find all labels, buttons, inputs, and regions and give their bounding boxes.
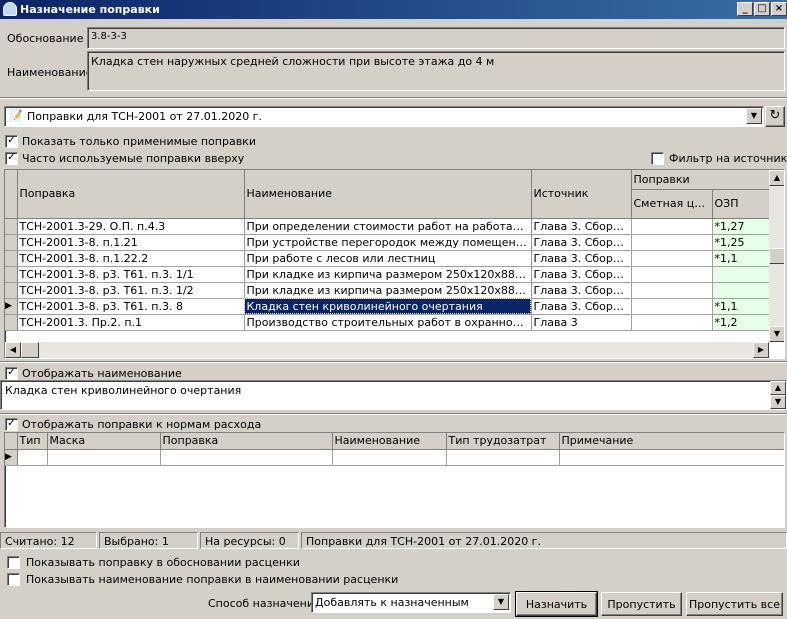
minimize-button[interactable]: _ xyxy=(737,2,753,16)
show-norms-label: Отображать поправки к нормам расхода xyxy=(22,418,262,431)
basis-label: Обоснование xyxy=(7,32,84,45)
chevron-down-icon[interactable]: ▼ xyxy=(746,108,762,124)
col-correction[interactable]: Поправка xyxy=(17,170,245,219)
frequent-top-checkbox[interactable]: ✓ xyxy=(5,152,18,165)
only-applicable-checkbox[interactable]: ✓ xyxy=(5,135,18,148)
name-field: Кладка стен наружных средней сложности п… xyxy=(87,51,785,91)
scroll-thumb[interactable] xyxy=(769,248,784,264)
table-row[interactable]: ТСН-2001.3-8. р3. Т61. п.3. 1/2 При клад… xyxy=(5,282,770,299)
status-on-resources: На ресурсы: 0 xyxy=(200,532,299,549)
method-combo[interactable]: Добавлять к назначенным ▼ xyxy=(311,592,511,613)
scroll-left-icon[interactable]: ◀ xyxy=(5,342,21,358)
show-in-name-label: Показывать наименование поправки в наиме… xyxy=(26,573,399,586)
name-text-area[interactable]: Кладка стен криволинейного очертания ▲ ▼ xyxy=(0,380,787,410)
status-selected: Выбрано: 1 xyxy=(99,532,198,549)
chevron-down-icon[interactable]: ▼ xyxy=(493,594,509,610)
maximize-button[interactable]: □ xyxy=(754,2,770,16)
scroll-down-icon[interactable]: ▼ xyxy=(769,326,784,342)
skip-all-button[interactable]: Пропустить все xyxy=(686,592,783,616)
col-estimated-price[interactable]: Сметная цена xyxy=(631,189,713,219)
separator xyxy=(0,97,787,99)
norms-grid: Тип Маска Поправка Наименование Тип труд… xyxy=(4,432,785,528)
refresh-button[interactable]: ↻ xyxy=(765,106,785,127)
skip-button[interactable]: Пропустить xyxy=(601,592,682,616)
show-in-name-checkbox[interactable] xyxy=(7,573,20,586)
status-source: Поправки для ТСН-2001 от 27.01.2020 г. xyxy=(301,532,787,549)
current-row-indicator: ▶ xyxy=(5,298,18,315)
app-icon xyxy=(3,2,17,16)
show-norms-checkbox[interactable]: ✓ xyxy=(5,418,18,431)
name-text: Кладка стен криволинейного очертания xyxy=(5,384,242,397)
table-row[interactable]: ТСН-2001.3. Пр.2. п.1 Производство строи… xyxy=(5,314,770,331)
col-name[interactable]: Наименование xyxy=(244,170,532,219)
hscroll-thumb[interactable] xyxy=(21,342,39,358)
col-corrections-group: Поправки xyxy=(631,170,770,190)
table-row[interactable]: ТСН-2001.3-29. О.П. п.4.3 При определени… xyxy=(5,218,770,235)
current-row-indicator: ▶ xyxy=(5,449,18,466)
table-row[interactable]: ▶ xyxy=(5,449,784,466)
source-combo[interactable]: 📝 Поправки для ТСН-2001 от 27.01.2020 г.… xyxy=(4,106,764,127)
scroll-down-icon[interactable]: ▼ xyxy=(770,395,786,409)
status-counted: Считано: 12 xyxy=(0,532,97,549)
grid-vertical-scrollbar[interactable]: ▲ ▼ xyxy=(769,170,784,342)
basis-value: 3.8-3-3 xyxy=(91,31,127,42)
show-name-checkbox[interactable]: ✓ xyxy=(5,367,18,380)
col-norm-name[interactable]: Наименование xyxy=(332,433,447,450)
filter-source-checkbox[interactable] xyxy=(651,152,664,165)
scroll-right-icon[interactable]: ▶ xyxy=(753,342,769,358)
col-note[interactable]: Примечание xyxy=(559,433,784,450)
show-in-basis-checkbox[interactable] xyxy=(7,556,20,569)
col-type[interactable]: Тип xyxy=(17,433,48,450)
separator xyxy=(0,361,787,363)
name-text-scrollbar[interactable]: ▲ ▼ xyxy=(770,381,786,409)
col-norm-correction[interactable]: Поправка xyxy=(160,433,333,450)
title-bar: Назначение поправки _ □ × xyxy=(0,0,787,19)
frequent-top-label: Часто используемые поправки вверху xyxy=(22,152,245,165)
close-button[interactable]: × xyxy=(771,2,787,16)
col-source[interactable]: Источник xyxy=(531,170,632,219)
table-row-selected[interactable]: ▶ ТСН-2001.3-8. р3. Т61. п.3. 8 Кладка с… xyxy=(5,298,770,315)
only-applicable-label: Показать только применимые поправки xyxy=(22,135,256,148)
table-row[interactable]: ТСН-2001.3-8. р3. Т61. п.3. 1/1 При клад… xyxy=(5,266,770,283)
basis-field: 3.8-3-3 xyxy=(87,27,785,49)
name-label: Наименование xyxy=(7,66,93,79)
document-icon: 📝 xyxy=(9,109,23,122)
method-label: Способ назначения xyxy=(208,597,321,610)
grid-horizontal-scrollbar[interactable]: ◀ ▶ xyxy=(5,342,769,358)
table-row[interactable]: ТСН-2001.3-8. п.1.22.2 При работе с лесо… xyxy=(5,250,770,267)
col-ozp[interactable]: ОЗП xyxy=(712,189,770,219)
table-row[interactable]: ТСН-2001.3-8. п.1.21 При устройстве пере… xyxy=(5,234,770,251)
filter-source-label: Фильтр на источник xyxy=(669,152,787,165)
separator xyxy=(0,413,787,415)
scroll-up-icon[interactable]: ▲ xyxy=(769,170,784,186)
window-title: Назначение поправки xyxy=(20,3,160,16)
source-combo-value: Поправки для ТСН-2001 от 27.01.2020 г. xyxy=(27,110,262,123)
show-name-label: Отображать наименование xyxy=(22,367,182,380)
corrections-grid: Поправка Наименование Источник Поправки … xyxy=(4,169,785,359)
show-in-basis-label: Показывать поправку в обосновании расцен… xyxy=(26,556,300,569)
method-combo-value: Добавлять к назначенным xyxy=(315,596,469,609)
col-mask[interactable]: Маска xyxy=(47,433,161,450)
col-labor-type[interactable]: Тип трудозатрат xyxy=(446,433,560,450)
name-value: Кладка стен наружных средней сложности п… xyxy=(91,55,495,68)
scroll-up-icon[interactable]: ▲ xyxy=(770,381,786,395)
assign-button[interactable]: Назначить xyxy=(515,591,598,617)
refresh-icon: ↻ xyxy=(769,108,781,123)
